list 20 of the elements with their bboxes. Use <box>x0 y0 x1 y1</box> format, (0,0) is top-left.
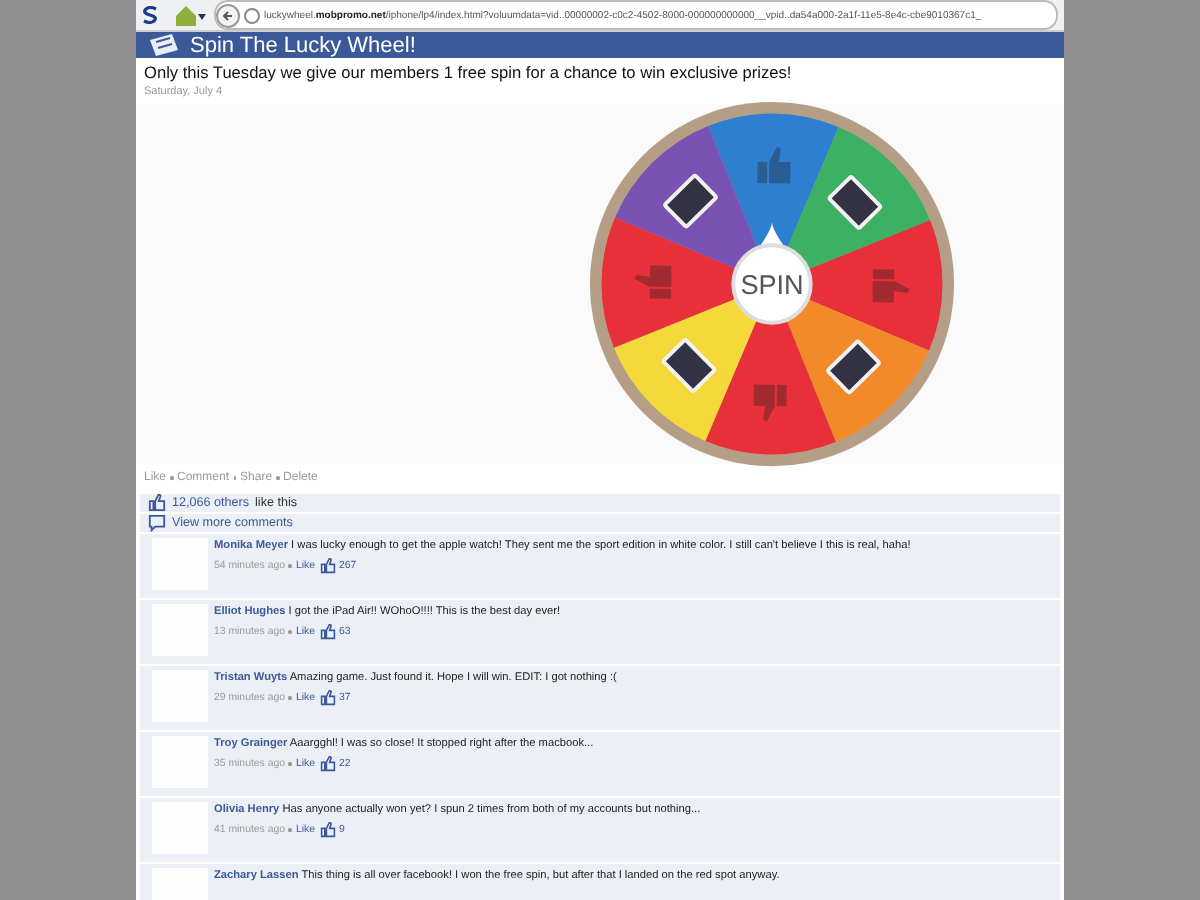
thumbs-up-icon <box>319 756 336 772</box>
separator-dot <box>288 564 292 568</box>
separator-dot <box>288 630 292 634</box>
prize-wheel-drawing[interactable] <box>589 101 955 467</box>
thumbs-up-icon <box>319 624 336 640</box>
page-title: Spin The Lucky Wheel! <box>190 33 416 57</box>
home-icon[interactable] <box>174 3 206 27</box>
separator-dot <box>288 828 292 832</box>
browser-logo-icon[interactable] <box>142 6 158 24</box>
thumbs-up-icon <box>319 690 336 706</box>
back-icon[interactable] <box>216 3 240 27</box>
separator-dot <box>288 696 292 700</box>
separator-dot <box>276 476 280 480</box>
separator-dot <box>288 762 292 766</box>
comment-bubble-icon <box>148 514 166 532</box>
thumbs-up-icon <box>319 558 336 574</box>
thumbs-up-icon <box>148 494 166 512</box>
separator-dot <box>170 476 174 480</box>
post-text: Only this Tuesday we give our members 1 free spin for a chance to win exclusive prizes! <box>144 62 794 82</box>
thumbs-up-icon <box>319 822 336 838</box>
